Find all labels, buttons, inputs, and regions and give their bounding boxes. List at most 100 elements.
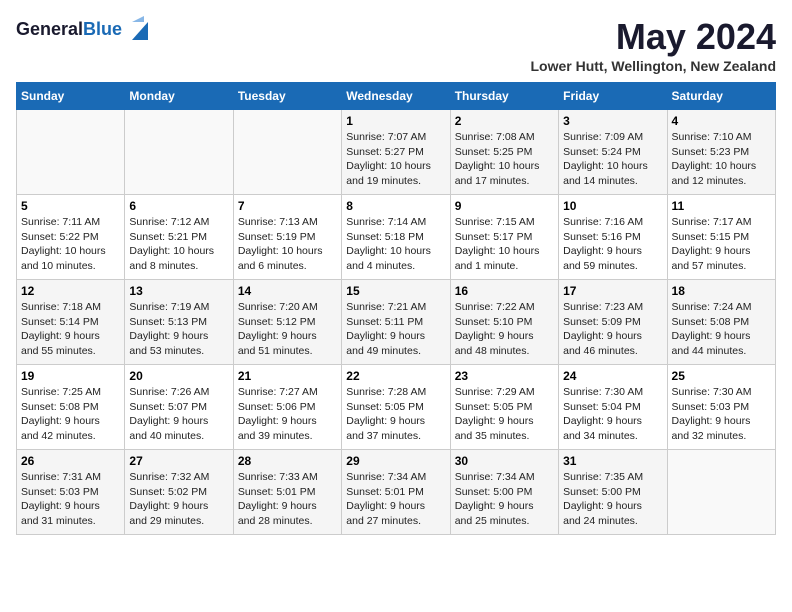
day-number: 3 xyxy=(563,114,662,128)
day-info: Sunrise: 7:26 AMSunset: 5:07 PMDaylight:… xyxy=(129,385,228,444)
calendar-cell: 5Sunrise: 7:11 AMSunset: 5:22 PMDaylight… xyxy=(17,195,125,280)
day-number: 23 xyxy=(455,369,554,383)
calendar-cell: 14 Sunrise: 7:20 AMSunset: 5:12 PMDayligh… xyxy=(233,280,341,365)
day-of-week-thursday: Thursday xyxy=(450,83,558,110)
calendar-cell xyxy=(667,450,775,535)
calendar-cell: 28 Sunrise: 7:33 AMSunset: 5:01 PMDayligh… xyxy=(233,450,341,535)
day-info: Sunrise: 7:08 AMSunset: 5:25 PMDaylight:… xyxy=(455,130,554,189)
day-info: Sunrise: 7:22 AMSunset: 5:10 PMDaylight:… xyxy=(455,300,554,359)
day-info: Sunrise: 7:13 AMSunset: 5:19 PMDaylight:… xyxy=(238,215,337,274)
calendar-cell: 8 Sunrise: 7:14 AMSunset: 5:18 PMDaylight… xyxy=(342,195,450,280)
day-info: Sunrise: 7:27 AMSunset: 5:06 PMDaylight:… xyxy=(238,385,337,444)
day-number: 10 xyxy=(563,199,662,213)
calendar-week-4: 19 Sunrise: 7:25 AMSunset: 5:08 PMDayligh… xyxy=(17,365,776,450)
calendar-cell: 18 Sunrise: 7:24 AMSunset: 5:08 PMDayligh… xyxy=(667,280,775,365)
calendar-cell: 2 Sunrise: 7:08 AMSunset: 5:25 PMDaylight… xyxy=(450,110,558,195)
calendar-cell: 27Sunrise: 7:32 AMSunset: 5:02 PMDayligh… xyxy=(125,450,233,535)
day-info: Sunrise: 7:14 AMSunset: 5:18 PMDaylight:… xyxy=(346,215,445,274)
calendar-cell: 25Sunrise: 7:30 AMSunset: 5:03 PMDayligh… xyxy=(667,365,775,450)
day-number: 20 xyxy=(129,369,228,383)
day-of-week-tuesday: Tuesday xyxy=(233,83,341,110)
day-number: 24 xyxy=(563,369,662,383)
page-header: GeneralBlue May 2024 Lower Hutt, Welling… xyxy=(16,16,776,74)
day-info: Sunrise: 7:31 AMSunset: 5:03 PMDaylight:… xyxy=(21,470,120,529)
day-info: Sunrise: 7:15 AMSunset: 5:17 PMDaylight:… xyxy=(455,215,554,274)
calendar-cell: 24 Sunrise: 7:30 AMSunset: 5:04 PMDayligh… xyxy=(559,365,667,450)
day-number: 12 xyxy=(21,284,120,298)
calendar-cell: 23 Sunrise: 7:29 AMSunset: 5:05 PMDayligh… xyxy=(450,365,558,450)
day-number: 29 xyxy=(346,454,445,468)
day-info: Sunrise: 7:09 AMSunset: 5:24 PMDaylight:… xyxy=(563,130,662,189)
logo-general: GeneralBlue xyxy=(16,20,122,40)
day-number: 7 xyxy=(238,199,337,213)
day-info: Sunrise: 7:20 AMSunset: 5:12 PMDaylight:… xyxy=(238,300,337,359)
calendar-cell: 16 Sunrise: 7:22 AMSunset: 5:10 PMDayligh… xyxy=(450,280,558,365)
calendar-cell: 17 Sunrise: 7:23 AMSunset: 5:09 PMDayligh… xyxy=(559,280,667,365)
calendar-cell: 31 Sunrise: 7:35 AMSunset: 5:00 PMDayligh… xyxy=(559,450,667,535)
day-number: 19 xyxy=(21,369,120,383)
day-number: 17 xyxy=(563,284,662,298)
calendar-week-5: 26Sunrise: 7:31 AMSunset: 5:03 PMDayligh… xyxy=(17,450,776,535)
calendar-cell: 6 Sunrise: 7:12 AMSunset: 5:21 PMDaylight… xyxy=(125,195,233,280)
calendar-cell: 3 Sunrise: 7:09 AMSunset: 5:24 PMDaylight… xyxy=(559,110,667,195)
day-number: 13 xyxy=(129,284,228,298)
title-area: May 2024 Lower Hutt, Wellington, New Zea… xyxy=(530,16,776,74)
day-number: 8 xyxy=(346,199,445,213)
calendar-cell: 10 Sunrise: 7:16 AMSunset: 5:16 PMDayligh… xyxy=(559,195,667,280)
day-info: Sunrise: 7:07 AMSunset: 5:27 PMDaylight:… xyxy=(346,130,445,189)
calendar-cell: 13Sunrise: 7:19 AMSunset: 5:13 PMDayligh… xyxy=(125,280,233,365)
day-number: 11 xyxy=(672,199,771,213)
calendar-cell: 7 Sunrise: 7:13 AMSunset: 5:19 PMDaylight… xyxy=(233,195,341,280)
calendar-week-1: 1 Sunrise: 7:07 AMSunset: 5:27 PMDaylight… xyxy=(17,110,776,195)
calendar-cell xyxy=(125,110,233,195)
day-info: Sunrise: 7:35 AMSunset: 5:00 PMDaylight:… xyxy=(563,470,662,529)
day-of-week-friday: Friday xyxy=(559,83,667,110)
day-number: 16 xyxy=(455,284,554,298)
day-info: Sunrise: 7:10 AMSunset: 5:23 PMDaylight:… xyxy=(672,130,771,189)
day-number: 27 xyxy=(129,454,228,468)
calendar-cell: 30 Sunrise: 7:34 AMSunset: 5:00 PMDayligh… xyxy=(450,450,558,535)
calendar-cell: 11Sunrise: 7:17 AMSunset: 5:15 PMDayligh… xyxy=(667,195,775,280)
day-number: 6 xyxy=(129,199,228,213)
calendar-cell: 22 Sunrise: 7:28 AMSunset: 5:05 PMDayligh… xyxy=(342,365,450,450)
day-number: 2 xyxy=(455,114,554,128)
day-info: Sunrise: 7:29 AMSunset: 5:05 PMDaylight:… xyxy=(455,385,554,444)
day-of-week-sunday: Sunday xyxy=(17,83,125,110)
day-number: 30 xyxy=(455,454,554,468)
calendar-cell xyxy=(17,110,125,195)
day-info: Sunrise: 7:30 AMSunset: 5:04 PMDaylight:… xyxy=(563,385,662,444)
day-info: Sunrise: 7:24 AMSunset: 5:08 PMDaylight:… xyxy=(672,300,771,359)
calendar-cell: 19 Sunrise: 7:25 AMSunset: 5:08 PMDayligh… xyxy=(17,365,125,450)
calendar-cell xyxy=(233,110,341,195)
day-info: Sunrise: 7:23 AMSunset: 5:09 PMDaylight:… xyxy=(563,300,662,359)
calendar-cell: 20 Sunrise: 7:26 AMSunset: 5:07 PMDayligh… xyxy=(125,365,233,450)
day-info: Sunrise: 7:12 AMSunset: 5:21 PMDaylight:… xyxy=(129,215,228,274)
day-info: Sunrise: 7:18 AMSunset: 5:14 PMDaylight:… xyxy=(21,300,120,359)
calendar-cell: 21 Sunrise: 7:27 AMSunset: 5:06 PMDayligh… xyxy=(233,365,341,450)
day-number: 28 xyxy=(238,454,337,468)
day-number: 1 xyxy=(346,114,445,128)
day-of-week-wednesday: Wednesday xyxy=(342,83,450,110)
location: Lower Hutt, Wellington, New Zealand xyxy=(530,58,776,74)
day-info: Sunrise: 7:25 AMSunset: 5:08 PMDaylight:… xyxy=(21,385,120,444)
calendar-table: SundayMondayTuesdayWednesdayThursdayFrid… xyxy=(16,82,776,535)
day-of-week-monday: Monday xyxy=(125,83,233,110)
day-info: Sunrise: 7:11 AMSunset: 5:22 PMDaylight:… xyxy=(21,215,120,274)
day-number: 22 xyxy=(346,369,445,383)
day-number: 31 xyxy=(563,454,662,468)
day-number: 14 xyxy=(238,284,337,298)
day-info: Sunrise: 7:33 AMSunset: 5:01 PMDaylight:… xyxy=(238,470,337,529)
day-number: 4 xyxy=(672,114,771,128)
day-number: 18 xyxy=(672,284,771,298)
day-info: Sunrise: 7:34 AMSunset: 5:00 PMDaylight:… xyxy=(455,470,554,529)
day-of-week-saturday: Saturday xyxy=(667,83,775,110)
day-info: Sunrise: 7:28 AMSunset: 5:05 PMDaylight:… xyxy=(346,385,445,444)
day-number: 21 xyxy=(238,369,337,383)
day-info: Sunrise: 7:34 AMSunset: 5:01 PMDaylight:… xyxy=(346,470,445,529)
day-number: 15 xyxy=(346,284,445,298)
month-title: May 2024 xyxy=(530,16,776,58)
logo-icon xyxy=(124,12,156,44)
day-info: Sunrise: 7:16 AMSunset: 5:16 PMDaylight:… xyxy=(563,215,662,274)
calendar-header-row: SundayMondayTuesdayWednesdayThursdayFrid… xyxy=(17,83,776,110)
calendar-cell: 29 Sunrise: 7:34 AMSunset: 5:01 PMDayligh… xyxy=(342,450,450,535)
